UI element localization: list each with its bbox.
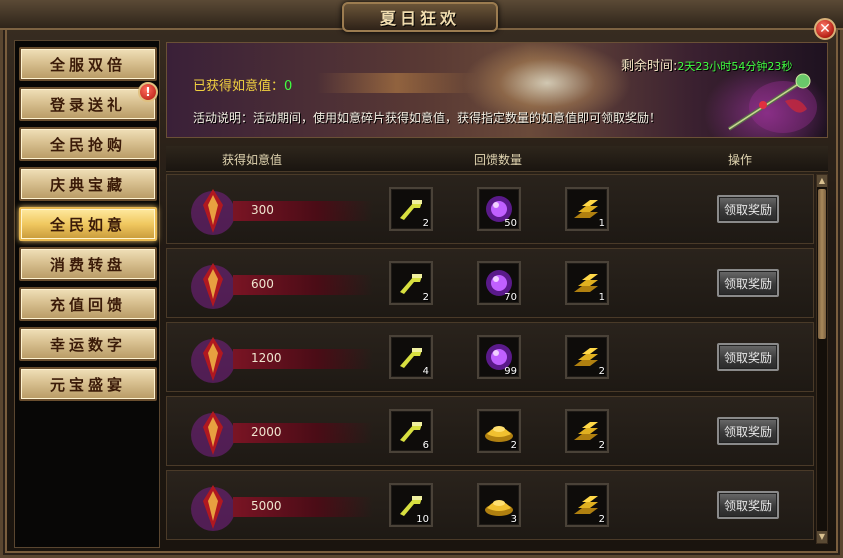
alert-icon: ! — [145, 85, 151, 99]
threshold-value: 1200 — [251, 351, 282, 365]
table-row: 300 2 50 1 领取奖励 — [166, 174, 814, 244]
sidebar-item-lucky-number[interactable]: 幸运数字 — [19, 327, 157, 361]
reward-slot[interactable]: 99 — [477, 335, 521, 379]
alert-badge: ! — [138, 82, 158, 102]
close-button[interactable]: ✕ — [814, 18, 836, 40]
remain-label: 剩余时间: — [621, 59, 678, 74]
sidebar-item-login-gift[interactable]: 登录送礼 — [19, 87, 157, 121]
reward-slot[interactable]: 2 — [565, 335, 609, 379]
claim-reward-button[interactable]: 领取奖励 — [717, 343, 779, 371]
threshold-value: 600 — [251, 277, 274, 291]
ruyi-value-label: 已获得如意值：0 — [193, 75, 292, 94]
reward-qty: 50 — [504, 218, 517, 229]
reward-slot[interactable]: 1 — [565, 187, 609, 231]
scroll-up-icon[interactable]: ▲ — [817, 175, 827, 187]
reward-qty: 6 — [422, 440, 429, 451]
sidebar-item-ruyi[interactable]: 全民如意 — [19, 207, 157, 241]
scrollbar[interactable]: ▲ ▼ — [816, 174, 828, 544]
table-row: 600 2 70 1 领取奖励 — [166, 248, 814, 318]
ruyi-emblem-icon — [191, 485, 235, 531]
banner-glow — [317, 73, 477, 93]
threshold-value: 5000 — [251, 499, 282, 513]
sidebar: 全服双倍 登录送礼 全民抢购 庆典宝藏 全民如意 消费转盘 充值回馈 幸运数字 … — [14, 40, 160, 548]
ruyi-scepter-icon — [727, 73, 817, 133]
ruyi-value: 0 — [284, 79, 293, 94]
sidebar-item-label: 幸运数字 — [49, 335, 126, 354]
scroll-thumb[interactable] — [818, 189, 826, 339]
sidebar-item-label: 全服双倍 — [49, 55, 126, 74]
reward-qty: 2 — [422, 218, 429, 229]
reward-qty: 99 — [504, 366, 517, 377]
reward-slot[interactable]: 10 — [389, 483, 433, 527]
reward-slot[interactable]: 2 — [389, 187, 433, 231]
reward-slot[interactable]: 6 — [389, 409, 433, 453]
sidebar-item-celebration-treasure[interactable]: 庆典宝藏 — [19, 167, 157, 201]
reward-slot[interactable]: 2 — [477, 409, 521, 453]
reward-slot[interactable]: 2 — [565, 483, 609, 527]
reward-qty: 1 — [598, 218, 605, 229]
reward-qty: 2 — [422, 292, 429, 303]
reward-qty: 2 — [598, 366, 605, 377]
reward-slot[interactable]: 70 — [477, 261, 521, 305]
sidebar-item-label: 全民如意 — [49, 215, 126, 234]
reward-qty: 2 — [598, 514, 605, 525]
reward-qty: 2 — [598, 440, 605, 451]
claim-reward-button[interactable]: 领取奖励 — [717, 269, 779, 297]
desc-text: 活动期间，使用如意碎片获得如意值，获得指定数量的如意值即可领取奖励！ — [253, 111, 662, 125]
event-banner: 已获得如意值：0 活动说明：活动期间，使用如意碎片获得如意值，获得指定数量的如意… — [166, 42, 828, 138]
table-header: 获得如意值 回馈数量 操作 — [166, 146, 828, 172]
claim-reward-button[interactable]: 领取奖励 — [717, 491, 779, 519]
event-description: 活动说明：活动期间，使用如意碎片获得如意值，获得指定数量的如意值即可领取奖励！ — [193, 109, 661, 126]
reward-slot[interactable]: 2 — [565, 409, 609, 453]
reward-slot[interactable]: 50 — [477, 187, 521, 231]
title-plate: 夏日狂欢 — [342, 2, 498, 32]
sidebar-item-label: 登录送礼 — [49, 95, 126, 114]
reward-qty: 1 — [598, 292, 605, 303]
sidebar-item-double-exp[interactable]: 全服双倍 — [19, 47, 157, 81]
reward-qty: 2 — [510, 440, 517, 451]
reward-slot[interactable]: 3 — [477, 483, 521, 527]
sidebar-item-label: 庆典宝藏 — [49, 175, 126, 194]
sidebar-item-label: 消费转盘 — [49, 255, 126, 274]
table-row: 2000 6 2 2 领取奖励 — [166, 396, 814, 466]
reward-slot[interactable]: 4 — [389, 335, 433, 379]
header-rewards: 回馈数量 — [474, 153, 523, 167]
claim-reward-button[interactable]: 领取奖励 — [717, 417, 779, 445]
ruyi-emblem-icon — [191, 411, 235, 457]
table-row: 1200 4 99 2 领取奖励 — [166, 322, 814, 392]
claim-reward-button[interactable]: 领取奖励 — [717, 195, 779, 223]
scroll-down-icon[interactable]: ▼ — [817, 531, 827, 543]
sidebar-item-label: 全民抢购 — [49, 135, 126, 154]
table-row: 5000 10 3 2 领取奖励 — [166, 470, 814, 540]
ruyi-emblem-icon — [191, 263, 235, 309]
close-icon: ✕ — [819, 21, 831, 37]
reward-qty: 70 — [504, 292, 517, 303]
header-threshold: 获得如意值 — [222, 153, 283, 167]
sidebar-item-spending-wheel[interactable]: 消费转盘 — [19, 247, 157, 281]
sidebar-item-label: 充值回馈 — [49, 295, 126, 314]
reward-qty: 10 — [416, 514, 429, 525]
threshold-value: 300 — [251, 203, 274, 217]
sidebar-item-ingot-feast[interactable]: 元宝盛宴 — [19, 367, 157, 401]
reward-qty: 4 — [422, 366, 429, 377]
ruyi-label-text: 已获得如意值： — [193, 79, 285, 94]
header-action: 操作 — [728, 153, 753, 167]
sidebar-item-recharge-reward[interactable]: 充值回馈 — [19, 287, 157, 321]
reward-list: 300 2 50 1 领取奖励 600 2 70 1 领取奖励 1200 4 9… — [166, 174, 814, 544]
sidebar-item-label: 元宝盛宴 — [49, 375, 126, 394]
reward-qty: 3 — [510, 514, 517, 525]
window-title: 夏日狂欢 — [379, 9, 460, 28]
desc-label: 活动说明： — [193, 111, 254, 125]
ruyi-emblem-icon — [191, 337, 235, 383]
ruyi-emblem-icon — [191, 189, 235, 235]
threshold-value: 2000 — [251, 425, 282, 439]
sidebar-item-flash-sale[interactable]: 全民抢购 — [19, 127, 157, 161]
reward-slot[interactable]: 2 — [389, 261, 433, 305]
reward-slot[interactable]: 1 — [565, 261, 609, 305]
